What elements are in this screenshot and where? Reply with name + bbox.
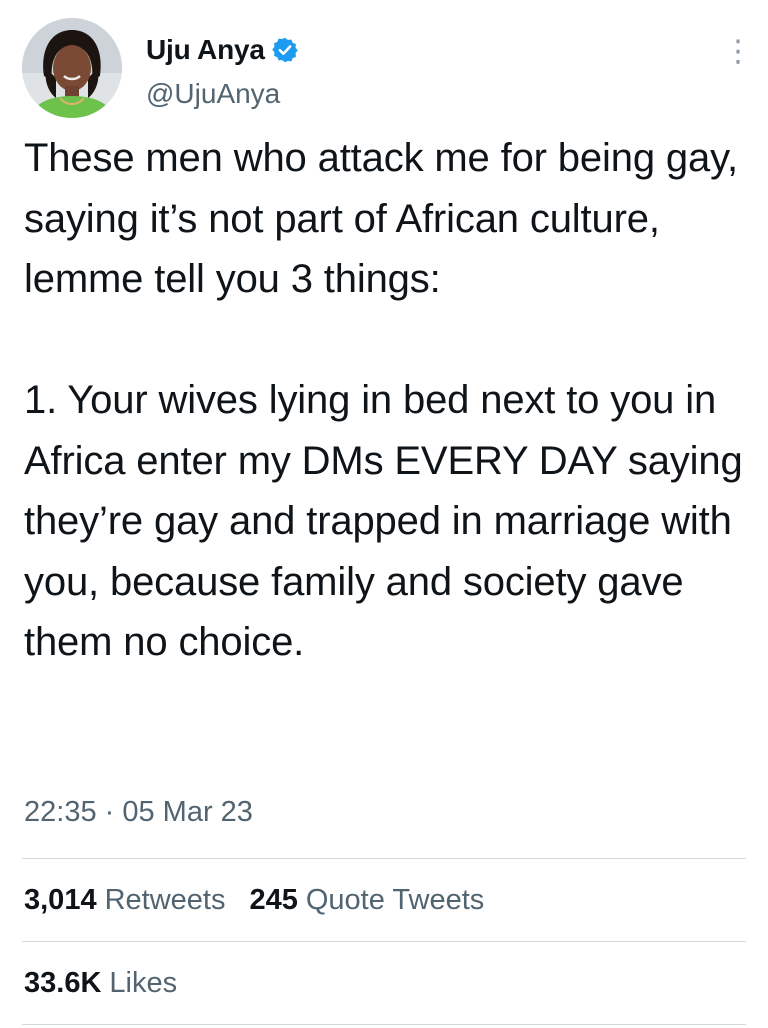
author-name-row[interactable]: Uju Anya	[146, 30, 299, 70]
avatar[interactable]	[22, 18, 122, 118]
tweet-timestamp[interactable]: 22:35 · 05 Mar 23	[24, 796, 253, 829]
retweets-count: 3,014	[24, 884, 97, 916]
verified-badge-icon	[271, 36, 299, 64]
likes-stats: 33.6K Likes	[24, 967, 201, 1000]
quote-tweets-label: Quote Tweets	[305, 884, 485, 916]
tweet-text: These men who attack me for being gay, s…	[24, 136, 743, 664]
likes-count: 33.6K	[24, 967, 102, 999]
quote-tweets-count: 245	[249, 884, 298, 916]
tweet-detail: Uju Anya @UjuAnya ⋮ These men who attack…	[0, 0, 768, 1028]
avatar-image	[22, 18, 122, 118]
retweets-stat[interactable]: 3,014 Retweets	[24, 884, 225, 917]
divider	[22, 1024, 746, 1025]
retweets-label: Retweets	[104, 884, 226, 916]
retweet-quote-stats: 3,014 Retweets 245 Quote Tweets	[24, 884, 508, 917]
divider	[22, 941, 746, 942]
likes-stat[interactable]: 33.6K Likes	[24, 967, 177, 1000]
tweet-header: Uju Anya @UjuAnya ⋮	[22, 18, 753, 122]
author-handle[interactable]: @UjuAnya	[146, 78, 280, 110]
likes-label: Likes	[109, 967, 178, 999]
divider	[22, 858, 746, 859]
quote-tweets-stat[interactable]: 245 Quote Tweets	[249, 884, 484, 917]
author-display-name[interactable]: Uju Anya	[146, 34, 265, 66]
more-options-icon[interactable]: ⋮	[720, 32, 756, 72]
